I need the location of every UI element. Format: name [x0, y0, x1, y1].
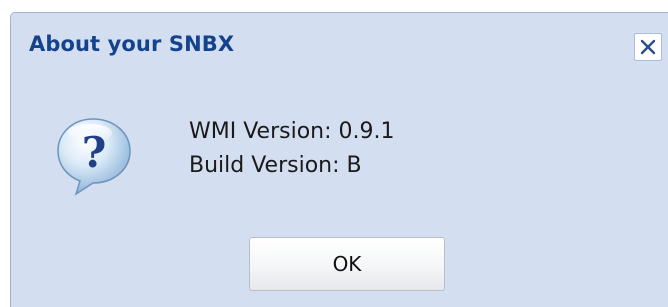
ok-button[interactable]: OK: [249, 237, 445, 291]
wmi-version-text: WMI Version: 0.9.1: [189, 119, 395, 144]
svg-text:?: ?: [82, 128, 107, 177]
version-info: WMI Version: 0.9.1 Build Version: B: [189, 115, 395, 183]
close-button[interactable]: [634, 33, 662, 61]
question-icon: ?: [50, 113, 136, 199]
close-icon: [640, 39, 656, 55]
build-version-text: Build Version: B: [189, 153, 362, 178]
about-dialog: About your SNBX ? WMI Version: 0.9.1 Bui…: [10, 12, 668, 307]
dialog-title: About your SNBX: [29, 32, 235, 56]
